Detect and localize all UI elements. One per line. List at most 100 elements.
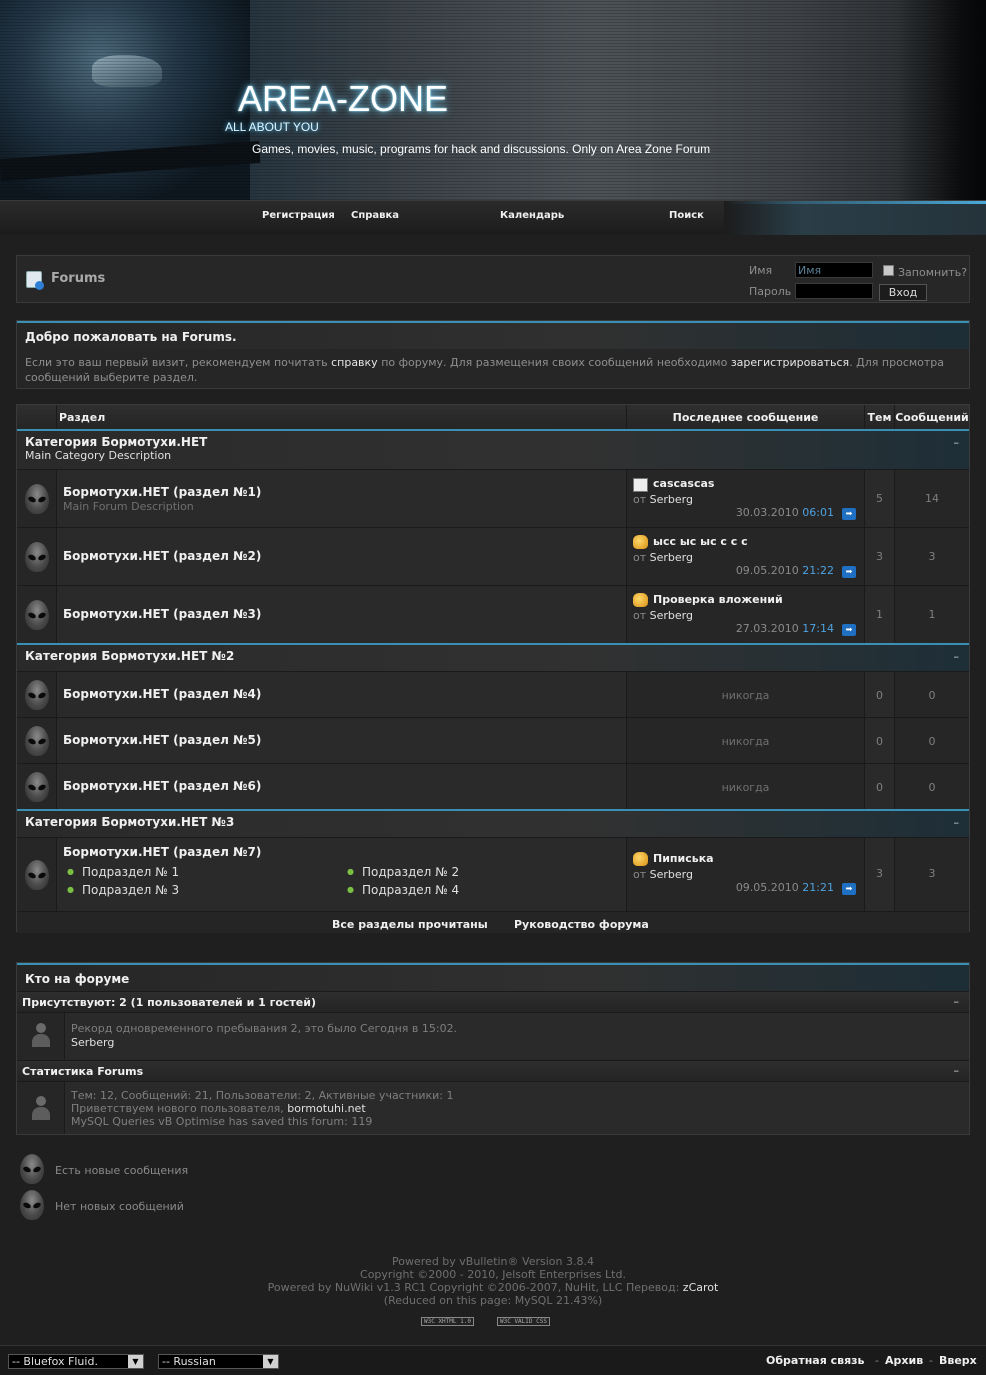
thread-count: 0 [876,735,883,748]
forum-leaders-link[interactable]: Руководство форума [514,918,649,931]
forums-icon [26,271,44,290]
nav-search-link[interactable]: Поиск [669,210,704,221]
category-row[interactable]: Категория Бормотухи.НЕТ №3 – [17,809,969,837]
help-link[interactable]: справку [331,356,378,369]
subforum-link[interactable]: Подраздел № 2 [347,865,459,879]
nav-register-link[interactable]: Регистрация [262,210,335,221]
forum-title-link[interactable]: Бормотухи.НЕТ (раздел №2) [63,549,261,563]
forum-row: Бормотухи.НЕТ (раздел №6) никогда 0 0 [17,763,969,809]
category-title[interactable]: Категория Бормотухи.НЕТ [25,435,207,449]
archive-link[interactable]: Архив [885,1354,923,1367]
last-post-title[interactable]: cascascas [653,477,714,490]
forum-list-table: Раздел Последнее сообщение Тем Сообщений… [16,404,970,933]
thread-count: 3 [876,867,883,880]
welcome-title: Добро пожаловать на Forums. [17,321,969,349]
post-count: 14 [925,492,939,505]
category-title[interactable]: Категория Бормотухи.НЕТ №2 [25,649,234,663]
back-to-top-link[interactable]: Вверх [939,1354,977,1367]
language-chooser-select[interactable]: -- Russian ▼ [158,1354,279,1369]
header-posts: Сообщений [895,405,969,429]
subforum-link[interactable]: Подраздел № 4 [347,883,459,897]
collapse-icon[interactable]: – [954,1064,960,1077]
subforum-link[interactable]: Подраздел № 1 [67,865,179,879]
chevron-down-icon: ▼ [263,1355,278,1368]
post-count: 0 [928,735,936,748]
last-post-title[interactable]: Проверка вложений [653,593,783,606]
online-present-title[interactable]: Присутствуют: 2 (1 пользователей и 1 гос… [22,996,316,1009]
remember-label: Запомнить? [898,266,968,279]
thread-count: 1 [876,608,883,621]
post-count: 0 [928,689,936,702]
last-post-never: никогда [721,689,770,702]
stats-icon [30,1096,52,1120]
contact-us-link[interactable]: Обратная связь [766,1354,865,1367]
collapse-icon[interactable]: – [954,650,960,663]
translator-link[interactable]: zCarot [683,1281,719,1294]
category-title[interactable]: Категория Бормотухи.НЕТ №3 [25,815,234,829]
forum-row: Бормотухи.НЕТ (раздел №5) никогда 0 0 [17,717,969,763]
navbar-login-panel: Forums Имя Запомнить? Пароль Вход [16,255,970,303]
mysql-line: MySQL Queries vB Optimise has saved this… [71,1115,373,1128]
forums-breadcrumb[interactable]: Forums [51,271,105,286]
forum-title-link[interactable]: Бормотухи.НЕТ (раздел №5) [63,733,261,747]
last-post-date: 30.03.2010 06:01 [735,506,834,519]
no-new-posts-icon [20,1190,44,1220]
forum-status-icon [25,484,49,514]
last-post-title[interactable]: Пиписька [653,852,714,865]
forum-title-link[interactable]: Бормотухи.НЕТ (раздел №3) [63,607,261,621]
last-post-author: от Serberg [633,609,693,622]
nav-calendar-link[interactable]: Календарь [500,210,564,221]
forum-row: Бормотухи.НЕТ (раздел №3) Проверка вложе… [17,585,969,643]
stats-title[interactable]: Статистика Forums [22,1065,143,1078]
go-to-last-post-icon[interactable]: ➡ [842,883,856,895]
xhtml-badge[interactable]: W3C XHTML 1.0 [421,1317,474,1326]
forum-title-link[interactable]: Бормотухи.НЕТ (раздел №7) [63,845,261,859]
collapse-icon[interactable]: – [954,995,960,1008]
category-row[interactable]: Категория Бормотухи.НЕТ №2 – [17,643,969,671]
forum-title-link[interactable]: Бормотухи.НЕТ (раздел №6) [63,779,261,793]
style-chooser-select[interactable]: -- Bluefox Fluid. ▼ [8,1354,144,1369]
register-link[interactable]: зарегистрироваться [731,356,849,369]
online-present-header[interactable]: Присутствуют: 2 (1 пользователей и 1 гос… [17,991,969,1013]
go-to-last-post-icon[interactable]: ➡ [842,624,856,636]
forum-title-link[interactable]: Бормотухи.НЕТ (раздел №4) [63,687,261,701]
remember-checkbox[interactable] [883,265,894,276]
category-row[interactable]: Категория Бормотухи.НЕТ Main Category De… [17,429,969,469]
subforum-link[interactable]: Подраздел № 3 [67,883,179,897]
welcome-panel: Добро пожаловать на Forums. Если это ваш… [16,320,970,389]
footer-bar: -- Bluefox Fluid. ▼ -- Russian ▼ Обратная … [0,1345,986,1375]
last-post-author: от Serberg [633,868,693,881]
go-to-last-post-icon[interactable]: ➡ [842,566,856,578]
header-threads: Тем [865,405,895,429]
last-post-author: от Serberg [633,493,693,506]
last-post-date: 09.05.2010 21:21 [735,881,834,894]
stats-body: Тем: 12, Сообщений: 21, Пользователи: 2,… [17,1082,969,1134]
forum-row: Бормотухи.НЕТ (раздел №1) Main Forum Des… [17,469,969,527]
new-user-link[interactable]: bormotuhi.net [287,1102,365,1115]
go-to-last-post-icon[interactable]: ➡ [842,508,856,520]
password-input[interactable] [795,283,873,299]
site-header: AREA-ZONE ALL ABOUT YOU Games, movies, m… [0,0,986,200]
collapse-icon[interactable]: – [954,436,960,449]
chevron-down-icon: ▼ [128,1355,143,1368]
last-post-title[interactable]: ысс ыс ыс с с с [653,535,748,548]
username-input[interactable] [795,262,873,278]
forum-status-icon [25,772,49,802]
forum-title-link[interactable]: Бормотухи.НЕТ (раздел №1) [63,485,261,499]
last-post-never: никогда [721,735,770,748]
record-text: Рекорд одновременного пребывания 2, это … [71,1022,458,1035]
online-user-link[interactable]: Serberg [71,1036,114,1049]
mark-all-read-link[interactable]: Все разделы прочитаны [332,918,488,931]
thumbs-up-icon [633,593,648,607]
header-last-post: Последнее сообщение [627,405,865,429]
login-button[interactable]: Вход [879,284,927,301]
footer-nuwiki: Powered by NuWiki v1.3 RC1 Copyright ©20… [267,1281,719,1294]
stats-header[interactable]: Статистика Forums – [17,1060,969,1082]
css-badge[interactable]: W3C VALID CSS [497,1317,550,1326]
site-title[interactable]: AREA-ZONE [238,78,448,120]
thread-count: 0 [876,781,883,794]
site-slogan: Games, movies, music, programs for hack … [252,142,711,156]
legend-no-new-posts: Нет новых сообщений [55,1200,184,1213]
collapse-icon[interactable]: – [954,816,960,829]
nav-help-link[interactable]: Справка [351,210,399,221]
